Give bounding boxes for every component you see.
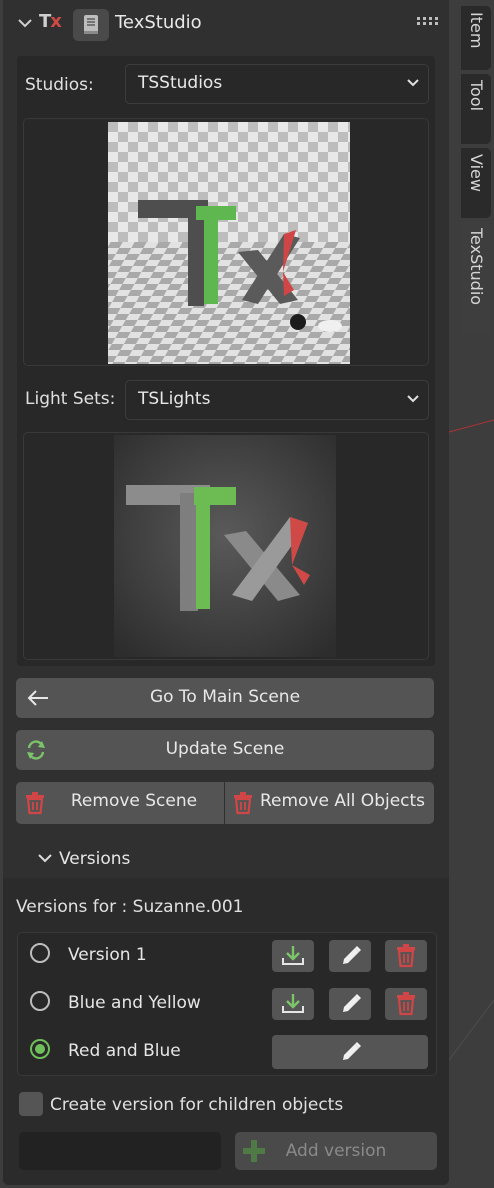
light-preview-image bbox=[114, 435, 336, 657]
edit-version-button[interactable] bbox=[272, 1035, 428, 1069]
studios-dropdown[interactable]: TSStudios bbox=[125, 64, 429, 104]
panel-header[interactable]: Tx TexStudio bbox=[3, 0, 449, 46]
tab-texstudio-label: TexStudio bbox=[467, 228, 486, 306]
go-to-main-scene-label: Go To Main Scene bbox=[149, 687, 301, 707]
version-label: Red and Blue bbox=[68, 1041, 181, 1061]
version-radio[interactable] bbox=[30, 991, 50, 1011]
chevron-down-icon bbox=[407, 395, 419, 403]
light-sets-dropdown-value: TSLights bbox=[138, 389, 211, 409]
go-to-main-scene-button[interactable]: Go To Main Scene bbox=[16, 678, 434, 718]
pencil-icon bbox=[343, 994, 361, 1012]
remove-scene-label: Remove Scene bbox=[70, 791, 198, 811]
pencil-icon bbox=[343, 1042, 361, 1060]
tab-tool-label: Tool bbox=[467, 80, 486, 112]
tab-item[interactable]: Item bbox=[461, 6, 491, 70]
versions-section-header[interactable]: Versions bbox=[17, 842, 437, 876]
load-version-button[interactable] bbox=[272, 988, 314, 1020]
delete-version-button[interactable] bbox=[385, 988, 427, 1020]
update-scene-button[interactable]: Update Scene bbox=[16, 730, 434, 770]
download-icon bbox=[282, 946, 304, 965]
versions-for-label: Versions for : Suzanne.001 bbox=[16, 897, 244, 917]
drag-grip-icon[interactable] bbox=[416, 16, 438, 26]
create-children-label: Create version for children objects bbox=[50, 1095, 344, 1115]
versions-list: Version 1 Blue and Yellow Red and Blue bbox=[17, 932, 437, 1076]
version-label: Blue and Yellow bbox=[68, 993, 201, 1013]
book-icon bbox=[84, 15, 98, 34]
version-label: Version 1 bbox=[68, 945, 147, 965]
texstudio-logo-icon: Tx bbox=[39, 11, 62, 32]
remove-all-objects-button[interactable]: Remove All Objects bbox=[225, 782, 434, 824]
load-version-button[interactable] bbox=[272, 940, 314, 972]
download-icon bbox=[282, 994, 304, 1013]
tab-view[interactable]: View bbox=[461, 148, 491, 218]
light-sets-label: Light Sets: bbox=[25, 389, 116, 409]
studio-preview-frame[interactable] bbox=[23, 118, 429, 366]
trash-icon bbox=[397, 944, 415, 968]
trash-icon bbox=[397, 992, 415, 1016]
tab-item-label: Item bbox=[467, 12, 486, 49]
edit-version-button[interactable] bbox=[329, 988, 371, 1020]
light-sets-dropdown[interactable]: TSLights bbox=[125, 380, 429, 420]
version-radio[interactable] bbox=[30, 943, 50, 963]
book-button[interactable] bbox=[73, 9, 109, 41]
chevron-down-icon bbox=[407, 79, 419, 87]
add-version-label: Add version bbox=[285, 1141, 387, 1161]
remove-all-objects-label: Remove All Objects bbox=[259, 791, 426, 811]
collapse-chevron-icon[interactable] bbox=[16, 14, 34, 32]
studio-settings-box: Studios: TSStudios Light Sets: TSLights bbox=[17, 56, 435, 666]
tab-texstudio[interactable]: TexStudio bbox=[461, 222, 491, 334]
add-version-button[interactable]: Add version bbox=[235, 1132, 437, 1170]
update-scene-label: Update Scene bbox=[165, 739, 285, 759]
studios-label: Studios: bbox=[25, 75, 94, 95]
version-radio-selected[interactable] bbox=[30, 1039, 50, 1059]
tab-tool[interactable]: Tool bbox=[461, 74, 491, 144]
tab-view-label: View bbox=[467, 154, 486, 192]
edit-version-button[interactable] bbox=[329, 940, 371, 972]
panel-title: TexStudio bbox=[115, 12, 202, 33]
version-name-input[interactable] bbox=[19, 1132, 221, 1170]
studio-preview-image bbox=[108, 122, 350, 364]
texstudio-panel: Tx TexStudio Studios: TSStudios Light Se… bbox=[3, 0, 449, 1185]
trash-icon bbox=[26, 792, 44, 815]
sidebar-tabs: Item Tool View TexStudio bbox=[461, 0, 494, 336]
create-children-checkbox[interactable] bbox=[19, 1092, 43, 1116]
remove-scene-button[interactable]: Remove Scene bbox=[16, 782, 224, 824]
light-preview-frame[interactable] bbox=[23, 432, 429, 660]
pencil-icon bbox=[343, 946, 361, 964]
delete-version-button[interactable] bbox=[385, 940, 427, 972]
versions-section-title: Versions bbox=[59, 849, 131, 869]
chevron-down-icon bbox=[38, 854, 52, 863]
studios-dropdown-value: TSStudios bbox=[138, 73, 223, 93]
